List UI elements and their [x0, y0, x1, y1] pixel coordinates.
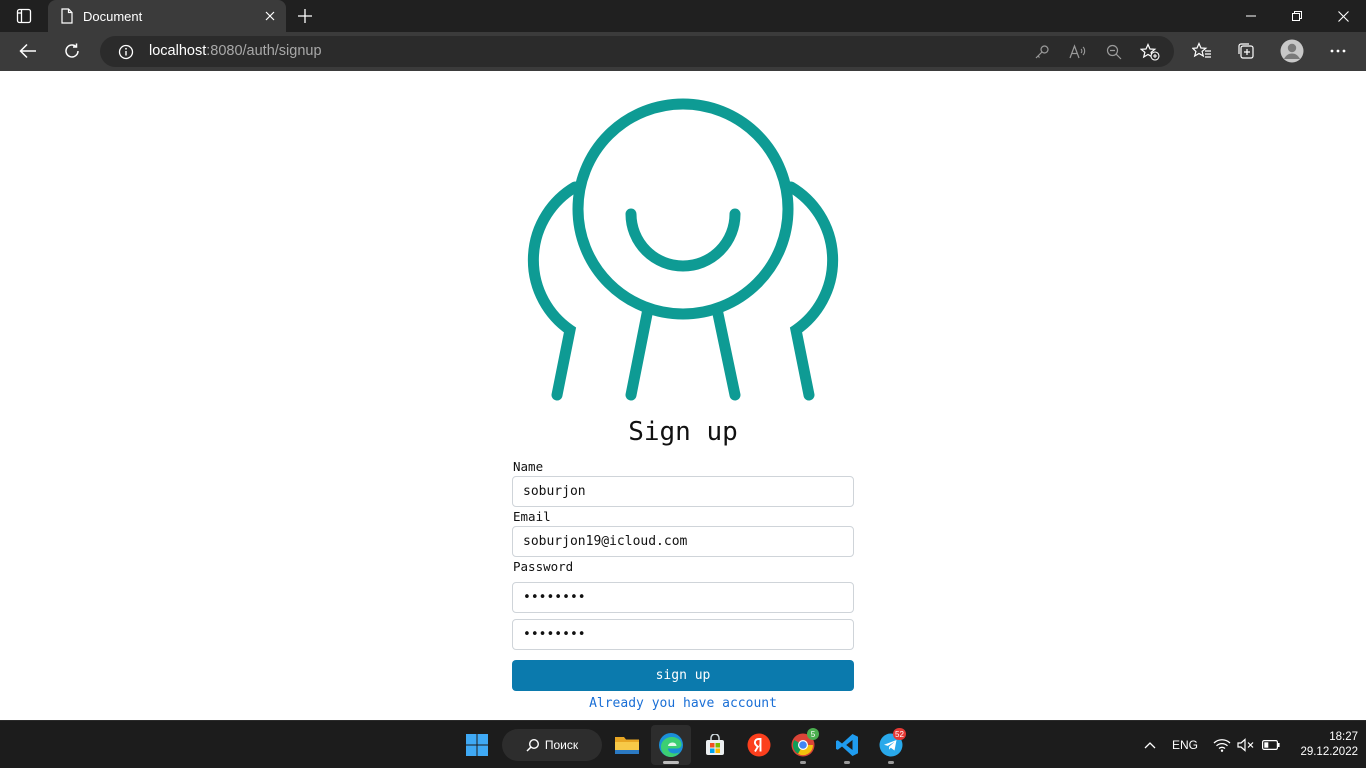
language-indicator[interactable]: ENG	[1166, 721, 1204, 769]
store-app[interactable]	[695, 725, 735, 765]
tab-strip: Document	[0, 0, 1366, 32]
network-button[interactable]	[1212, 721, 1232, 769]
tab-actions-button[interactable]	[8, 3, 40, 29]
chevron-up-icon	[1144, 742, 1156, 749]
app-logo	[527, 98, 839, 401]
battery-button[interactable]	[1260, 721, 1282, 769]
vscode-icon	[836, 734, 858, 756]
plus-icon	[298, 9, 312, 23]
close-window-button[interactable]	[1320, 0, 1366, 32]
login-link[interactable]: Already you have account	[0, 696, 1366, 711]
read-aloud-icon	[1069, 44, 1086, 59]
taskbar: Поиск 5 52 ENG 18:27 29.12.2022	[0, 720, 1366, 768]
minimize-icon	[1246, 15, 1256, 17]
add-favorite-icon	[1140, 43, 1160, 61]
name-label: Name	[513, 459, 544, 474]
tab-actions-icon	[16, 8, 32, 24]
collections-button[interactable]	[1230, 35, 1262, 67]
name-field[interactable]	[512, 476, 854, 507]
battery-icon	[1262, 740, 1280, 750]
wifi-icon	[1213, 739, 1231, 752]
new-tab-button[interactable]	[290, 2, 320, 30]
vscode-app[interactable]	[827, 725, 867, 765]
url-text[interactable]: localhost:8080/auth/signup	[149, 43, 322, 59]
profile-icon	[1280, 39, 1304, 63]
collections-icon	[1238, 43, 1254, 59]
page-icon	[61, 8, 73, 24]
more-icon	[1330, 49, 1346, 53]
clock-date: 29.12.2022	[1300, 746, 1358, 758]
folder-icon	[615, 737, 639, 754]
address-bar[interactable]: localhost:8080/auth/signup	[100, 36, 1174, 67]
clock-time: 18:27	[1329, 731, 1358, 743]
minimize-button[interactable]	[1228, 0, 1274, 32]
profile-button[interactable]	[1276, 35, 1308, 67]
url-path: :8080/auth/signup	[206, 43, 322, 59]
favorites-button[interactable]	[1186, 35, 1218, 67]
password-label: Password	[513, 559, 574, 574]
close-icon	[265, 11, 275, 21]
email-field[interactable]	[512, 526, 854, 557]
browser-tab[interactable]: Document	[48, 0, 286, 32]
running-indicator	[888, 761, 894, 764]
refresh-icon	[65, 43, 79, 58]
search-icon	[526, 738, 539, 752]
search-label: Поиск	[544, 738, 579, 752]
running-indicator	[663, 761, 679, 764]
chrome-badge: 5	[807, 728, 819, 740]
close-window-icon	[1337, 10, 1349, 22]
system-clock[interactable]: 18:27 29.12.2022	[1288, 730, 1358, 760]
taskbar-search[interactable]: Поиск	[502, 729, 602, 761]
back-arrow-icon	[19, 43, 36, 59]
zoom-out-icon	[1106, 44, 1122, 60]
volume-muted-icon	[1237, 738, 1254, 752]
edge-icon	[659, 733, 683, 757]
settings-more-button[interactable]	[1322, 35, 1354, 67]
windows-icon	[466, 734, 488, 756]
restore-icon	[1292, 11, 1302, 21]
edge-app[interactable]	[651, 725, 691, 765]
file-explorer-app[interactable]	[607, 725, 647, 765]
url-host: localhost	[149, 43, 207, 59]
password-field[interactable]	[512, 582, 854, 613]
key-icon	[1035, 45, 1049, 59]
browser-toolbar: localhost:8080/auth/signup	[0, 32, 1366, 71]
read-aloud-button[interactable]	[1065, 39, 1091, 65]
start-button[interactable]	[457, 725, 497, 765]
sign-up-button[interactable]: sign up	[512, 660, 854, 691]
site-info-button[interactable]	[113, 39, 139, 65]
show-hidden-icons-button[interactable]	[1138, 721, 1162, 769]
confirm-password-field[interactable]	[512, 619, 854, 650]
info-icon	[118, 44, 134, 60]
telegram-app[interactable]: 52	[871, 725, 911, 765]
back-button[interactable]	[12, 35, 44, 67]
tab-title: Document	[83, 8, 143, 24]
favorites-icon	[1192, 42, 1211, 58]
add-favorite-button[interactable]	[1137, 39, 1163, 65]
zoom-button[interactable]	[1101, 39, 1127, 65]
running-indicator	[800, 761, 806, 764]
page-title: Sign up	[628, 417, 738, 447]
language-label: ENG	[1171, 738, 1198, 752]
chrome-app[interactable]: 5	[783, 725, 823, 765]
yandex-icon	[747, 733, 771, 757]
passwords-button[interactable]	[1029, 39, 1055, 65]
running-indicator	[844, 761, 850, 764]
telegram-badge: 52	[893, 728, 906, 740]
store-icon	[706, 734, 724, 755]
tab-close-button[interactable]	[256, 2, 284, 30]
yandex-browser-app[interactable]	[739, 725, 779, 765]
restore-button[interactable]	[1274, 0, 1320, 32]
volume-button[interactable]	[1236, 721, 1256, 769]
refresh-button[interactable]	[56, 35, 88, 67]
email-label: Email	[513, 509, 551, 524]
